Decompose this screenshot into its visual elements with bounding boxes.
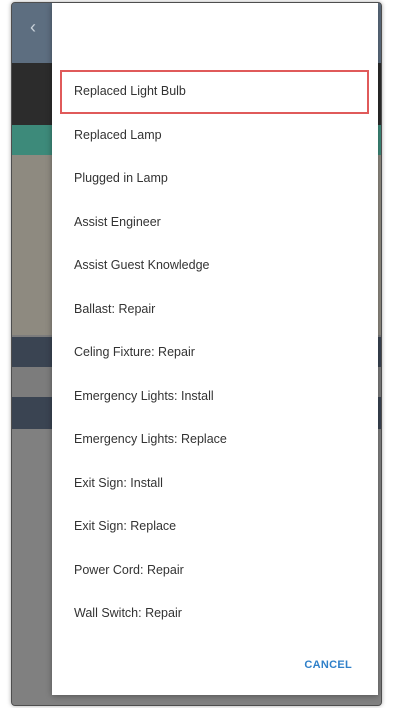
option-item[interactable]: Ballast: Repair — [52, 288, 378, 332]
option-item[interactable]: Celing Fixture: Repair — [52, 331, 378, 375]
option-item[interactable]: Emergency Lights: Install — [52, 375, 378, 419]
phone-frame: ‹ ⋮ ▲ Replaced Light BulbReplaced LampPl… — [11, 2, 382, 706]
option-item[interactable]: Replaced Light Bulb — [60, 70, 369, 114]
back-arrow-icon: ‹ — [30, 17, 36, 37]
option-list: Replaced Light Bulb Replaced Lamp Plugged … — [52, 70, 378, 636]
option-item[interactable]: Emergency Lights: Replace — [52, 418, 378, 462]
option-item[interactable]: Plugged in Lamp — [52, 157, 378, 201]
screen: ‹ ⋮ ▲ Replaced Light BulbReplaced LampPl… — [0, 0, 393, 708]
option-item[interactable]: Exit Sign: Replace — [52, 505, 378, 549]
option-item[interactable]: Power Cord: Repair — [52, 549, 378, 593]
option-picker-dialog: Replaced Light Bulb Replaced Lamp Plugged … — [52, 3, 378, 695]
option-item[interactable]: Exit Sign: Install — [52, 462, 378, 506]
option-item[interactable]: Assist Engineer — [52, 201, 378, 245]
option-item[interactable]: Assist Guest Knowledge — [52, 244, 378, 288]
option-item[interactable]: Wall Switch: Repair — [52, 592, 378, 636]
cancel-button[interactable]: CANCEL — [304, 659, 352, 671]
option-item[interactable]: Replaced Lamp — [52, 114, 378, 158]
